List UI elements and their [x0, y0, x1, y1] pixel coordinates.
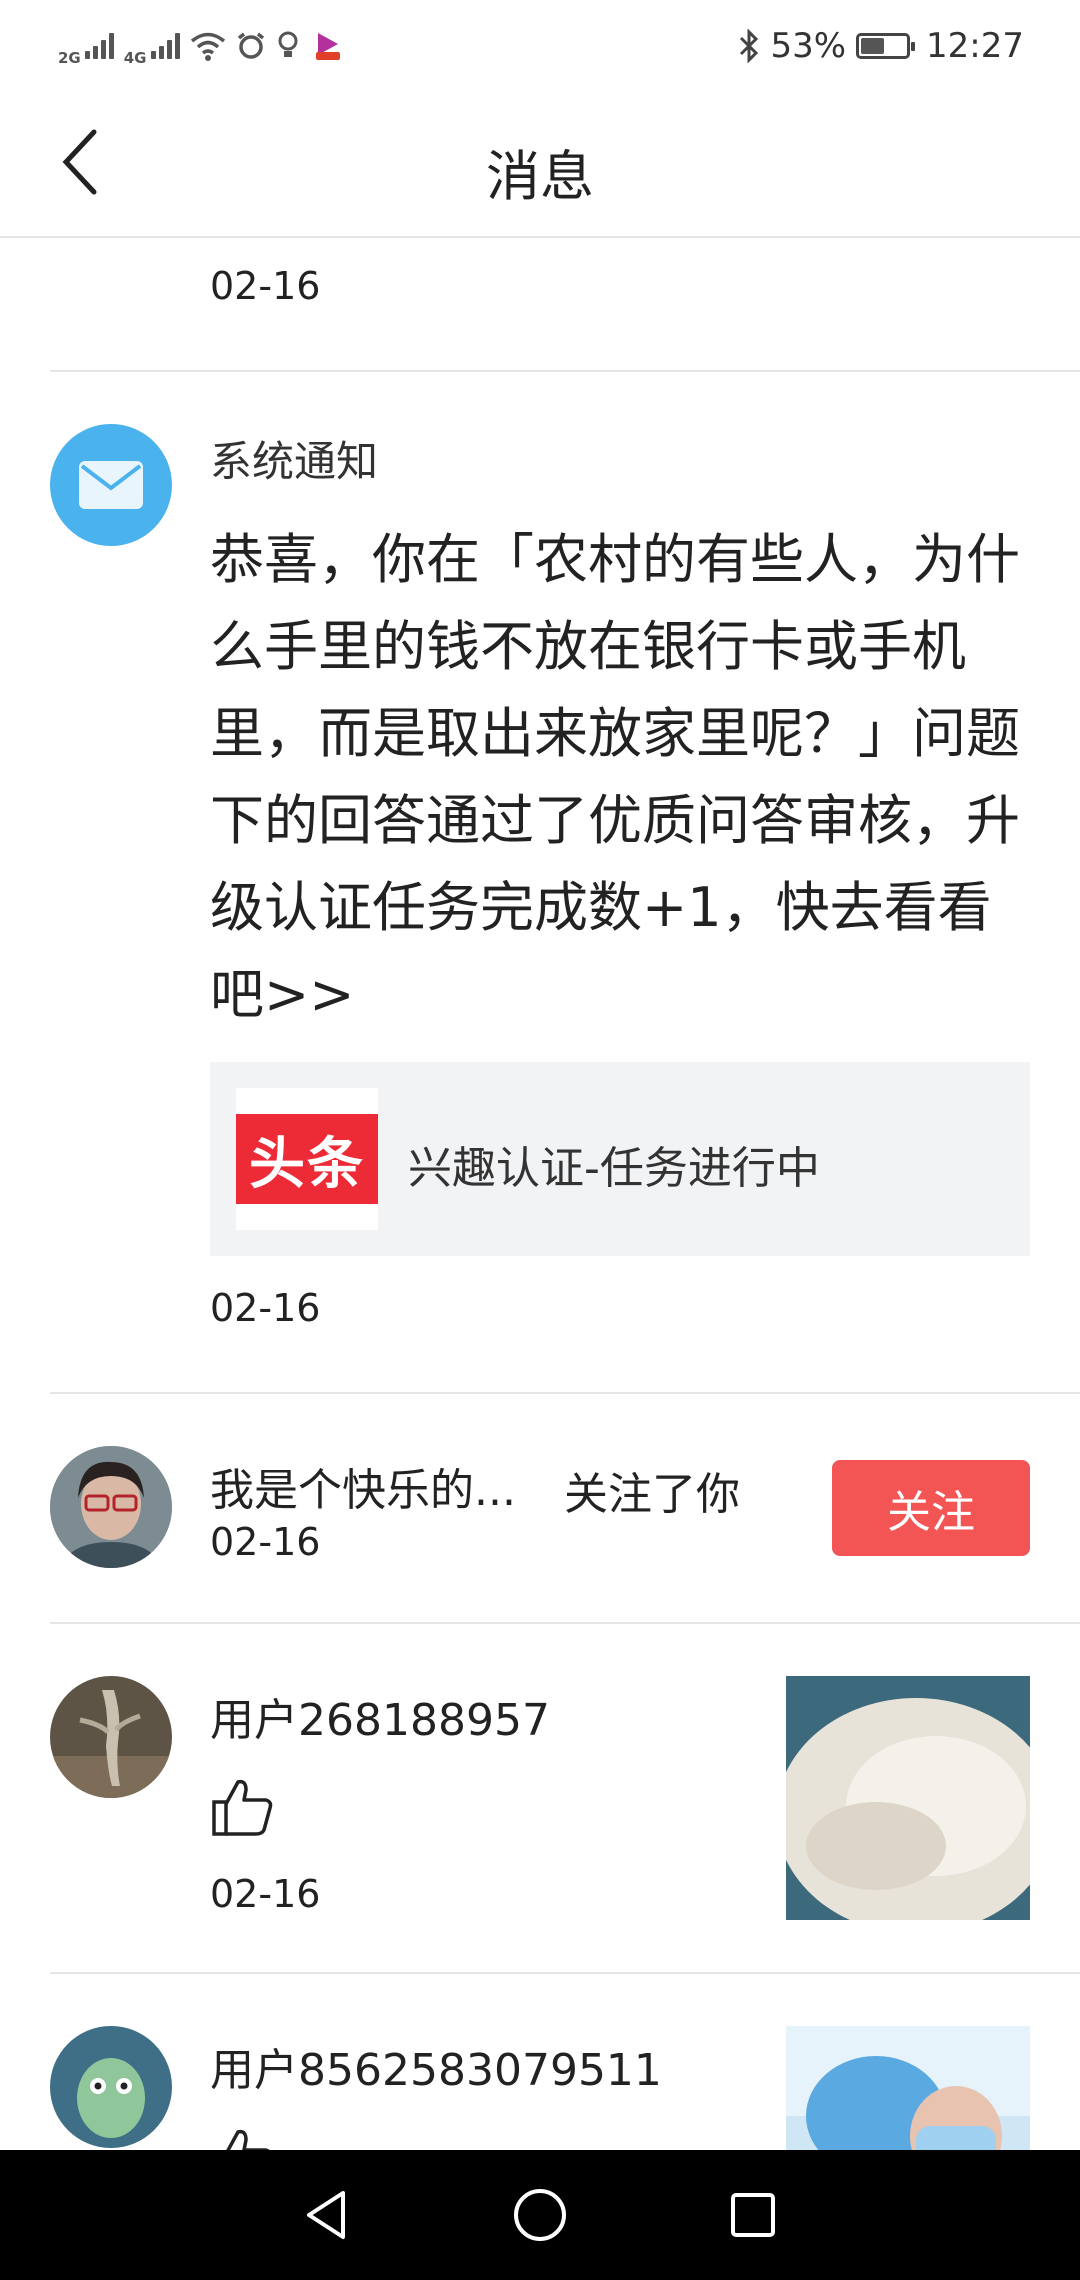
user-avatar[interactable] [50, 2026, 172, 2148]
status-bar: 2G 4G 53% 12:27 [0, 0, 1080, 92]
lab-scientist-image [786, 2026, 1030, 2150]
lightbulb-icon [278, 31, 297, 57]
network-type-1: 2G [58, 49, 81, 67]
app-notification-icon [315, 33, 340, 60]
user-photo-icon [50, 1676, 172, 1798]
liker-name[interactable]: 用户8562583079511 [210, 2034, 662, 2098]
page-title: 消息 [486, 145, 594, 208]
messages-screen: 2G 4G 53% 12:27 消息 02-16 系统通知 恭喜，你在「农村的有… [0, 0, 1080, 2280]
clock-time: 12:27 [926, 26, 1024, 66]
circle-home-icon [513, 2189, 566, 2241]
thumbs-up-icon [212, 1779, 273, 1836]
status-left: 2G 4G [58, 25, 344, 67]
system-notification-title: 系统通知 [210, 437, 379, 486]
toutiao-logo-text: 头条 [236, 1114, 378, 1204]
divider [50, 1392, 1080, 1394]
wifi-icon [190, 32, 225, 61]
message-list[interactable]: 02-16 系统通知 恭喜，你在「农村的有些人，为什么手里的钱不放在银行卡或手机… [0, 238, 1080, 2150]
battery-percent: 53% [770, 26, 847, 66]
message-date: 02-16 [210, 1286, 321, 1330]
user-photo-icon [50, 1446, 172, 1568]
message-date: 02-16 [210, 1872, 321, 1916]
message-date: 02-16 [210, 1520, 321, 1564]
liked-post-thumbnail[interactable] [786, 1676, 1030, 1920]
battery-level-fill [861, 38, 885, 54]
message-date: 02-16 [210, 264, 321, 308]
nav-back-button[interactable] [282, 2170, 372, 2260]
battery-icon [856, 33, 916, 59]
system-navigation-bar [0, 2150, 1080, 2280]
user-photo-icon [50, 2026, 172, 2148]
signal-icon [84, 33, 114, 59]
certification-task-card[interactable]: 头条 兴趣认证-任务进行中 [210, 1062, 1030, 1256]
user-avatar[interactable] [50, 1676, 172, 1798]
envelope-icon [79, 461, 143, 509]
signal-icon-2 [150, 33, 180, 59]
follow-action-text: 关注了你 [564, 1469, 740, 1520]
triangle-back-icon [306, 2191, 345, 2239]
divider [50, 1622, 1080, 1624]
system-notification-body[interactable]: 恭喜，你在「农村的有些人，为什么手里的钱不放在银行卡或手机里，而是取出来放家里呢… [210, 516, 1030, 1038]
app-header: 消息 [0, 92, 1080, 238]
nav-home-button[interactable] [495, 2170, 585, 2260]
follow-button[interactable]: 关注 [832, 1460, 1030, 1556]
divider [50, 370, 1080, 372]
status-right: 53% 12:27 [738, 26, 1024, 66]
follower-name[interactable]: 我是个快乐的... [210, 1454, 516, 1518]
thumbs-up-icon [226, 2129, 270, 2150]
bluetooth-icon [740, 29, 759, 63]
rice-bowl-image [786, 1676, 1030, 1920]
liked-post-thumbnail[interactable] [786, 2026, 1030, 2150]
toutiao-logo: 头条 [236, 1088, 378, 1230]
divider [50, 1972, 1080, 1974]
task-card-text: 兴趣认证-任务进行中 [408, 1143, 820, 1194]
user-avatar[interactable] [50, 1446, 172, 1568]
network-type-2: 4G [123, 49, 147, 67]
liker-name[interactable]: 用户268188957 [210, 1684, 550, 1748]
alarm-icon [237, 32, 264, 59]
square-recents-icon [731, 2193, 776, 2237]
system-notification-avatar[interactable] [50, 424, 172, 546]
nav-recents-button[interactable] [708, 2170, 798, 2260]
